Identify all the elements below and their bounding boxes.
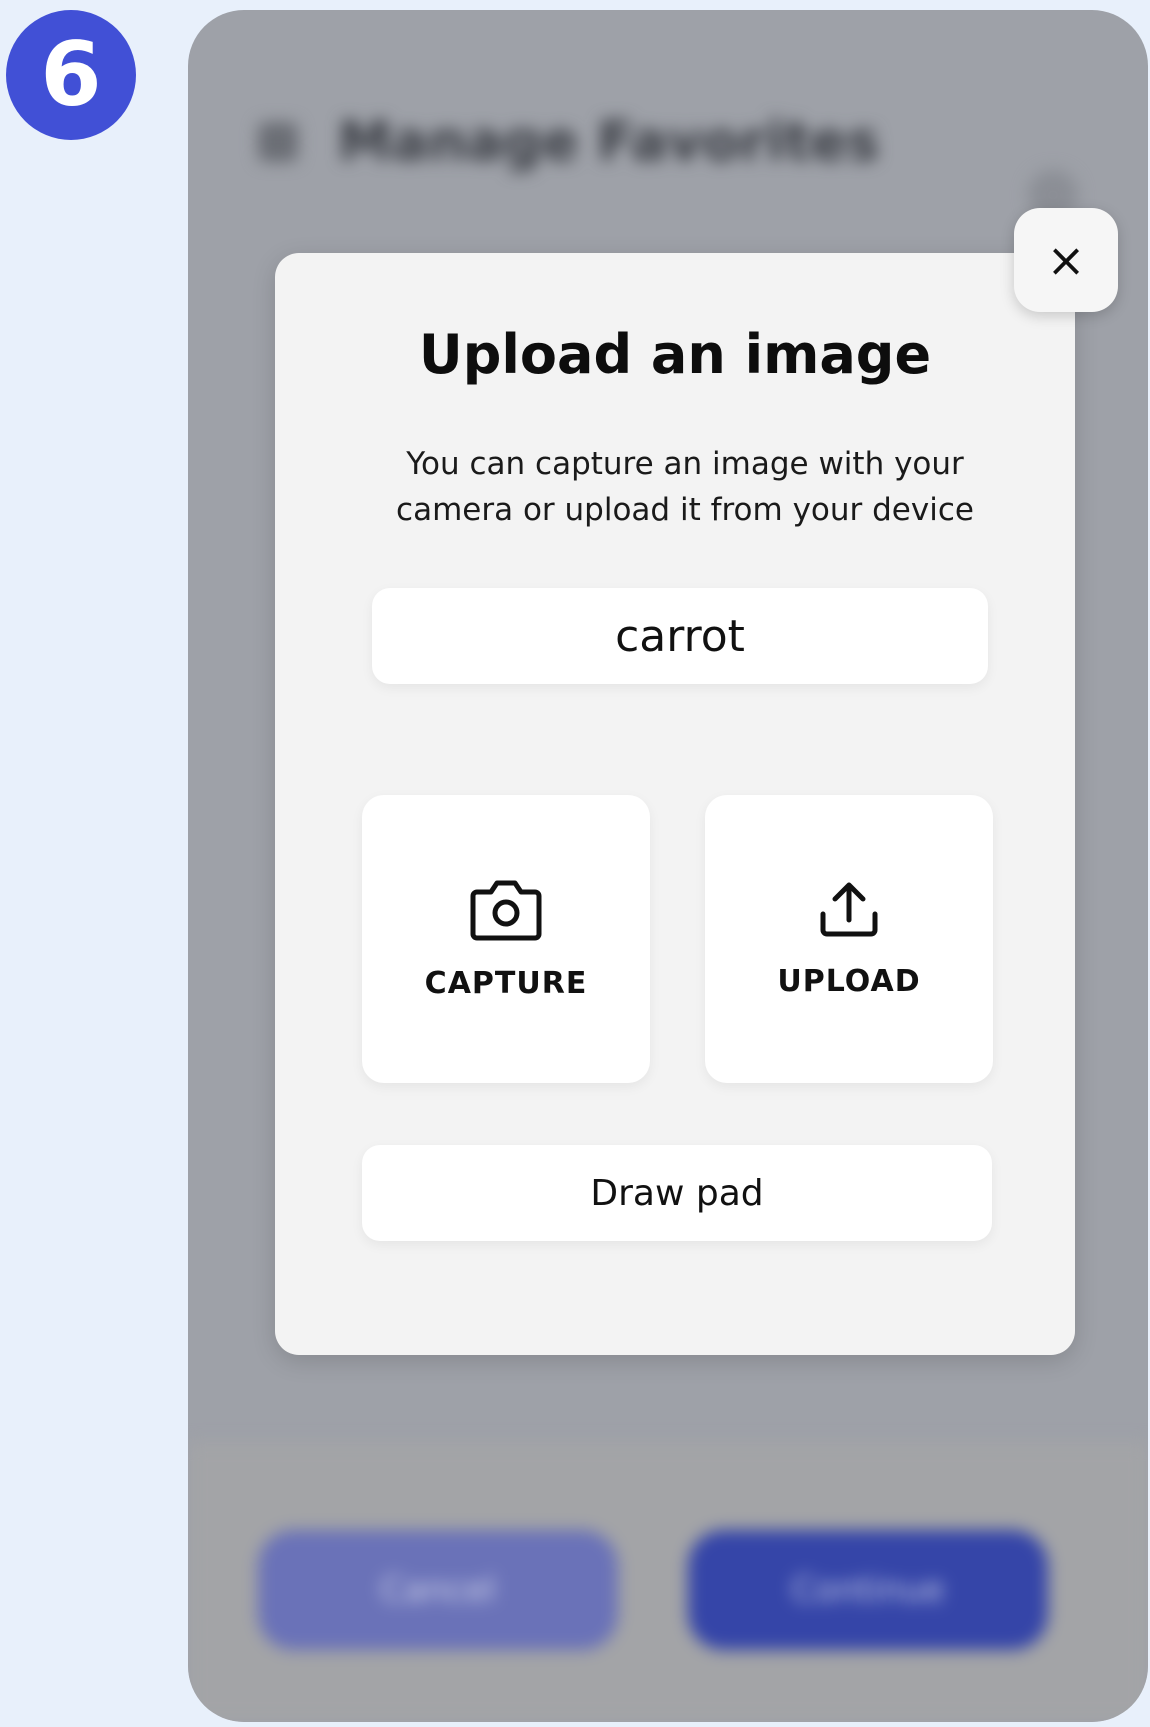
upload-button[interactable]: UPLOAD xyxy=(705,795,993,1083)
step-number-badge: 6 xyxy=(6,10,136,140)
close-button[interactable]: × xyxy=(1014,208,1118,312)
close-icon: × xyxy=(1046,233,1086,287)
background-cancel-button: Cancel xyxy=(258,1530,618,1650)
back-arrow-icon xyxy=(258,121,298,162)
capture-button[interactable]: CAPTURE xyxy=(362,795,650,1083)
upload-label: UPLOAD xyxy=(777,963,921,999)
background-header: Manage Favorites xyxy=(258,110,879,173)
camera-icon xyxy=(469,878,543,942)
background-continue-button: Continue xyxy=(688,1530,1048,1650)
upload-image-modal: Upload an image You can capture an image… xyxy=(275,253,1075,1355)
background-title: Manage Favorites xyxy=(338,110,880,173)
modal-title: Upload an image xyxy=(418,323,932,386)
step-number: 6 xyxy=(40,23,102,126)
draw-pad-button[interactable]: Draw pad xyxy=(362,1145,992,1241)
upload-icon xyxy=(817,880,881,940)
capture-label: CAPTURE xyxy=(424,965,588,1001)
modal-subtitle: You can capture an image with your camer… xyxy=(396,446,974,528)
word-label-box: carrot xyxy=(372,588,988,684)
